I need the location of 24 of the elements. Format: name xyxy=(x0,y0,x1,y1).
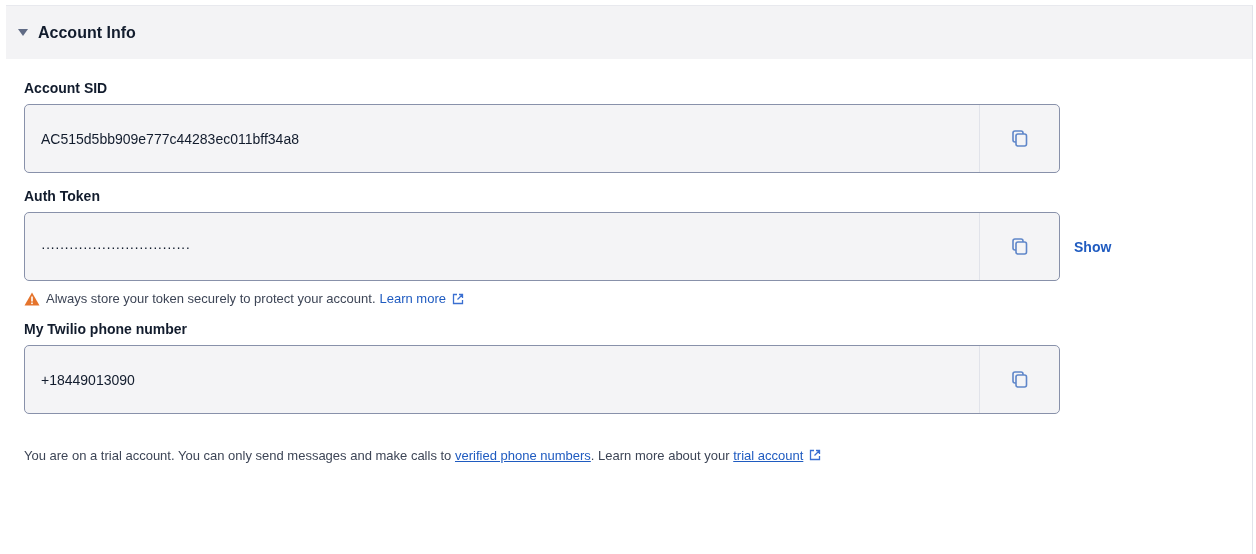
external-link-icon[interactable] xyxy=(809,449,822,461)
external-link-icon[interactable] xyxy=(452,292,464,305)
text-field[interactable]: AC515d5bb909e777c44283ec011bff34a8 xyxy=(24,104,1060,173)
verified-numbers-link[interactable]: verified phone numbers xyxy=(455,448,591,463)
trial-notice: You are on a trial account. You can only send messages and make calls to verified phone numbers. Learn more about your trial account xyxy=(24,448,1252,463)
field-label: Account SID xyxy=(24,80,108,96)
field-label: Auth Token xyxy=(24,188,100,204)
caret-icon xyxy=(18,28,28,37)
section-title: Account Info xyxy=(38,23,136,42)
copy-icon xyxy=(1011,237,1028,256)
field-value: AC515d5bb909e777c44283ec011bff34a8 xyxy=(40,129,300,149)
text-field[interactable]: +18449013090 xyxy=(24,345,1060,414)
copy-icon xyxy=(1011,129,1028,148)
warning-text: Always store your token securely to protect your account. xyxy=(46,291,376,306)
learn-more-link[interactable]: Learn more xyxy=(379,291,446,306)
warning-icon xyxy=(24,291,40,306)
trial-account-link[interactable]: trial account xyxy=(733,448,804,463)
section-header[interactable]: Account Info xyxy=(6,6,1252,59)
show-link[interactable]: Show xyxy=(1074,238,1112,255)
field-value: ································ xyxy=(40,237,192,257)
text-field[interactable]: ································ xyxy=(24,212,1060,281)
field-label: My Twilio phone number xyxy=(24,321,188,337)
field-value: +18449013090 xyxy=(40,370,136,390)
copy-icon xyxy=(1011,370,1028,389)
